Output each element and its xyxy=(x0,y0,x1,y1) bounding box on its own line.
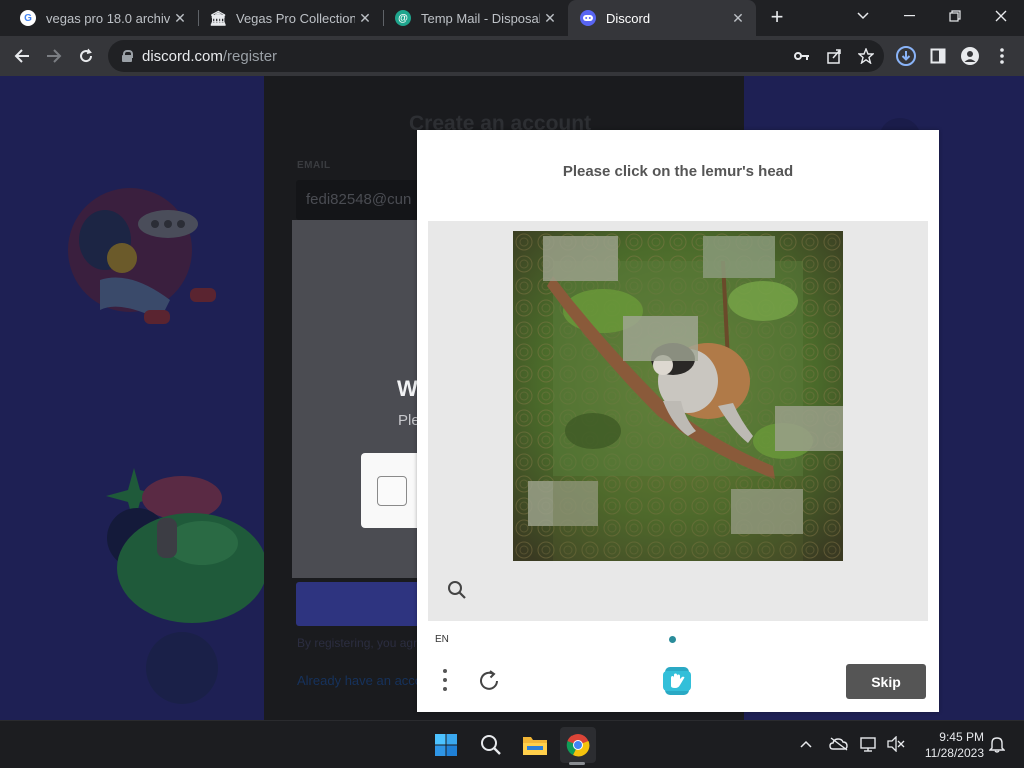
back-arrow-icon[interactable] xyxy=(8,42,36,70)
side-panel-icon[interactable] xyxy=(924,42,952,70)
close-tab-icon[interactable]: ✕ xyxy=(540,10,560,27)
close-tab-icon[interactable]: ✕ xyxy=(170,10,190,27)
active-app-indicator xyxy=(569,762,585,765)
language-selector[interactable]: EN xyxy=(435,634,449,645)
discord-icon xyxy=(580,10,596,26)
lemur-photo xyxy=(513,231,843,561)
hcaptcha-logo-icon[interactable] xyxy=(660,664,694,698)
share-icon[interactable] xyxy=(822,44,846,68)
network-icon[interactable] xyxy=(859,733,881,755)
volume-muted-icon[interactable] xyxy=(885,733,907,755)
progress-dot xyxy=(669,636,676,643)
restore-icon[interactable] xyxy=(932,0,978,32)
key-icon[interactable] xyxy=(790,44,814,68)
hcaptcha-challenge: Please click on the lemur's head EN Skip xyxy=(417,130,939,712)
tab-google-search[interactable]: G vegas pro 18.0 archive. ✕ xyxy=(8,0,198,36)
lock-icon[interactable] xyxy=(122,50,133,62)
profile-icon[interactable] xyxy=(956,42,984,70)
new-tab-button[interactable]: + xyxy=(766,6,788,28)
bookmark-star-icon[interactable] xyxy=(854,44,878,68)
captcha-checkbox[interactable] xyxy=(377,476,407,506)
search-icon[interactable] xyxy=(473,727,509,763)
browser-menu-icon[interactable] xyxy=(988,42,1016,70)
captcha-modal-title: W xyxy=(397,376,418,401)
chrome-icon[interactable] xyxy=(560,727,596,763)
tab-temp-mail[interactable]: @ Temp Mail - Disposable ✕ xyxy=(383,0,568,36)
challenge-area xyxy=(428,221,928,621)
close-tab-icon[interactable]: ✕ xyxy=(355,10,375,27)
email-label: EMAIL xyxy=(297,160,331,171)
tab-discord[interactable]: Discord ✕ xyxy=(568,0,756,36)
more-options-icon[interactable] xyxy=(439,669,451,695)
tab-title: Temp Mail - Disposable xyxy=(421,10,540,26)
close-tab-icon[interactable]: ✕ xyxy=(728,10,748,27)
archive-icon: 🏛 xyxy=(209,9,227,26)
challenge-image[interactable] xyxy=(513,231,843,561)
url-path: /register xyxy=(222,47,278,65)
tempmail-icon: @ xyxy=(395,10,411,26)
tab-title: vegas pro 18.0 archive. xyxy=(46,10,170,26)
windows-start-icon[interactable] xyxy=(428,727,464,763)
notification-bell-icon[interactable] xyxy=(986,733,1008,755)
illustration-character-left xyxy=(68,188,216,324)
download-icon[interactable] xyxy=(892,42,920,70)
google-icon: G xyxy=(20,10,36,26)
onedrive-offline-icon[interactable] xyxy=(828,733,850,755)
windows-taskbar: 9:45 PM 11/28/2023 xyxy=(0,720,1024,768)
tab-title: Vegas Pro Collection La xyxy=(236,10,355,26)
zoom-search-icon[interactable] xyxy=(445,578,469,602)
forward-arrow-icon[interactable] xyxy=(40,42,68,70)
tab-search-icon[interactable] xyxy=(840,0,886,32)
refresh-icon[interactable] xyxy=(477,668,503,694)
illustration-character-left-bottom xyxy=(106,468,267,704)
file-explorer-icon[interactable] xyxy=(517,727,553,763)
browser-toolbar: discord.com/register xyxy=(0,36,1024,76)
challenge-prompt: Please click on the lemur's head xyxy=(562,163,794,180)
tab-strip: G vegas pro 18.0 archive. ✕ 🏛 Vegas Pro … xyxy=(0,0,1024,36)
tab-title: Discord xyxy=(606,10,651,26)
tray-overflow-chevron-icon[interactable] xyxy=(795,733,817,755)
clock-date: 11/28/2023 xyxy=(924,746,984,760)
reload-icon[interactable] xyxy=(72,42,100,70)
clock-time: 9:45 PM xyxy=(939,730,984,744)
close-window-icon[interactable] xyxy=(978,0,1024,32)
system-clock[interactable]: 9:45 PM 11/28/2023 xyxy=(916,729,984,761)
tab-vegas-archive[interactable]: 🏛 Vegas Pro Collection La ✕ xyxy=(198,0,383,36)
address-bar[interactable]: discord.com/register xyxy=(108,40,884,72)
minimize-icon[interactable] xyxy=(886,0,932,32)
continue-button[interactable] xyxy=(296,582,426,626)
url-host: discord.com xyxy=(142,47,223,65)
skip-button[interactable]: Skip xyxy=(846,664,926,699)
